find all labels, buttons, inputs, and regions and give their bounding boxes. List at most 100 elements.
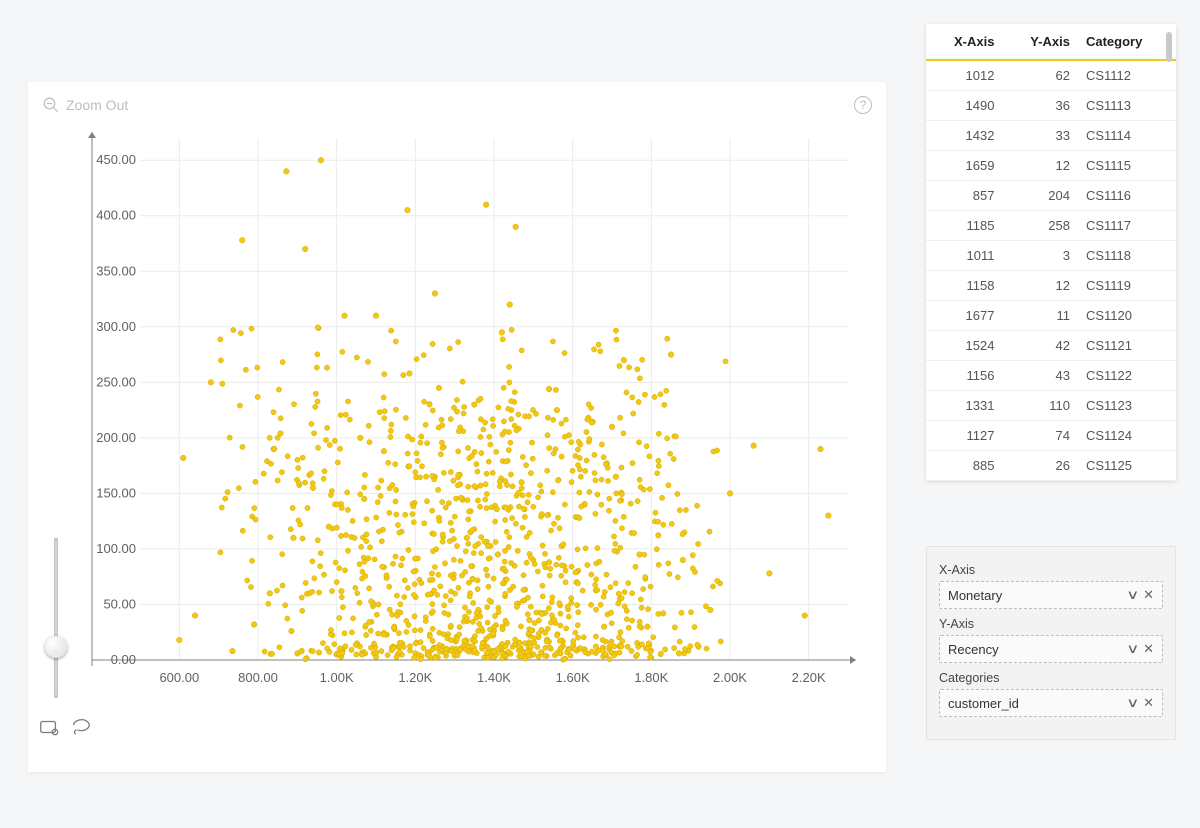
table-row[interactable]: 112774CS1124 [926,421,1176,451]
table-row[interactable]: 152442CS1121 [926,331,1176,361]
scatter-svg: 600.00800.001.00K1.20K1.40K1.60K1.80K2.0… [62,124,864,704]
cell-x: 857 [926,181,1002,211]
cell-x: 1331 [926,391,1002,421]
zoom-slider[interactable] [54,538,58,698]
field-value: Monetary [948,588,1002,603]
cell-x: 1127 [926,421,1002,451]
cell-y: 204 [1002,181,1078,211]
close-icon[interactable]: ✕ [1143,641,1154,657]
cell-x: 1158 [926,271,1002,301]
field-label: Categories [939,671,1163,685]
cell-cat: CS1120 [1078,301,1176,331]
cell-y: 110 [1002,391,1078,421]
cell-cat: CS1122 [1078,361,1176,391]
cell-x: 1185 [926,211,1002,241]
lasso-select-icon[interactable] [70,716,92,738]
table-row[interactable]: 1331110CS1123 [926,391,1176,421]
table-row[interactable]: 167711CS1120 [926,301,1176,331]
field-value: Recency [948,642,999,657]
cell-y: 62 [1002,60,1078,91]
cell-cat: CS1117 [1078,211,1176,241]
cell-cat: CS1121 [1078,331,1176,361]
svg-text:800.00: 800.00 [238,670,278,685]
svg-text:400.00: 400.00 [96,208,136,223]
table-row[interactable]: 149036CS1113 [926,91,1176,121]
rectangle-select-icon[interactable] [38,716,60,738]
cell-y: 12 [1002,151,1078,181]
col-header-cat[interactable]: Category [1078,24,1176,60]
cell-x: 885 [926,451,1002,481]
svg-text:0.00: 0.00 [111,652,136,667]
cell-x: 1156 [926,361,1002,391]
table-row[interactable]: 1185258CS1117 [926,211,1176,241]
svg-text:2.00K: 2.00K [713,670,747,685]
svg-text:150.00: 150.00 [96,485,136,500]
table-row[interactable]: 143233CS1114 [926,121,1176,151]
svg-text:450.00: 450.00 [96,152,136,167]
cell-y: 43 [1002,361,1078,391]
svg-text:300.00: 300.00 [96,319,136,334]
chevron-down-icon[interactable]: ∨ [1126,641,1139,657]
svg-text:200.00: 200.00 [96,430,136,445]
svg-text:1.20K: 1.20K [398,670,432,685]
cell-y: 74 [1002,421,1078,451]
cell-y: 11 [1002,301,1078,331]
cell-x: 1677 [926,301,1002,331]
field-well[interactable]: Recency ∨✕ [939,635,1163,663]
chevron-down-icon[interactable]: ∨ [1126,587,1139,603]
cell-cat: CS1125 [1078,451,1176,481]
cell-cat: CS1112 [1078,60,1176,91]
svg-text:1.80K: 1.80K [634,670,668,685]
zoom-slider-handle[interactable] [45,636,67,658]
cell-cat: CS1115 [1078,151,1176,181]
col-header-x[interactable]: X-Axis [926,24,1002,60]
cell-cat: CS1119 [1078,271,1176,301]
field-value: customer_id [948,696,1019,711]
cell-cat: CS1124 [1078,421,1176,451]
svg-text:2.20K: 2.20K [792,670,826,685]
cell-y: 26 [1002,451,1078,481]
data-table: X-Axis Y-Axis Category 101262CS111214903… [926,24,1176,481]
table-row[interactable]: 165912CS1115 [926,151,1176,181]
table-row[interactable]: 115812CS1119 [926,271,1176,301]
close-icon[interactable]: ✕ [1143,695,1154,711]
help-icon[interactable]: ? [854,96,872,114]
col-header-y[interactable]: Y-Axis [1002,24,1078,60]
cell-cat: CS1123 [1078,391,1176,421]
table-row[interactable]: 88526CS1125 [926,451,1176,481]
table-row[interactable]: 857204CS1116 [926,181,1176,211]
cell-y: 3 [1002,241,1078,271]
table-scrollbar[interactable] [1166,32,1172,62]
chevron-down-icon[interactable]: ∨ [1126,695,1139,711]
cell-x: 1012 [926,60,1002,91]
zoom-out-icon [42,96,60,114]
field-well[interactable]: Monetary ∨✕ [939,581,1163,609]
cell-cat: CS1116 [1078,181,1176,211]
fields-panel: X-AxisMonetary∨✕Y-AxisRecency∨✕Categorie… [926,546,1176,740]
cell-y: 33 [1002,121,1078,151]
cell-y: 42 [1002,331,1078,361]
field-well[interactable]: customer_id ∨✕ [939,689,1163,717]
table-row[interactable]: 101262CS1112 [926,60,1176,91]
svg-text:250.00: 250.00 [96,374,136,389]
table-header-row: X-Axis Y-Axis Category [926,24,1176,60]
plot-area[interactable]: 600.00800.001.00K1.20K1.40K1.60K1.80K2.0… [62,124,864,704]
field-label: Y-Axis [939,617,1163,631]
table-row[interactable]: 10113CS1118 [926,241,1176,271]
svg-text:50.00: 50.00 [103,596,136,611]
data-table-panel: X-Axis Y-Axis Category 101262CS111214903… [926,24,1176,481]
zoom-out-button[interactable]: Zoom Out [42,96,128,114]
cell-cat: CS1114 [1078,121,1176,151]
cell-x: 1490 [926,91,1002,121]
cell-x: 1432 [926,121,1002,151]
cell-y: 36 [1002,91,1078,121]
cell-y: 12 [1002,271,1078,301]
cell-x: 1659 [926,151,1002,181]
svg-text:350.00: 350.00 [96,263,136,278]
close-icon[interactable]: ✕ [1143,587,1154,603]
table-row[interactable]: 115643CS1122 [926,361,1176,391]
svg-text:1.00K: 1.00K [320,670,354,685]
scatter-chart-panel: Zoom Out ? 600.00800.001.00K1.20K1.40K1.… [28,82,886,772]
cell-y: 258 [1002,211,1078,241]
cell-cat: CS1113 [1078,91,1176,121]
